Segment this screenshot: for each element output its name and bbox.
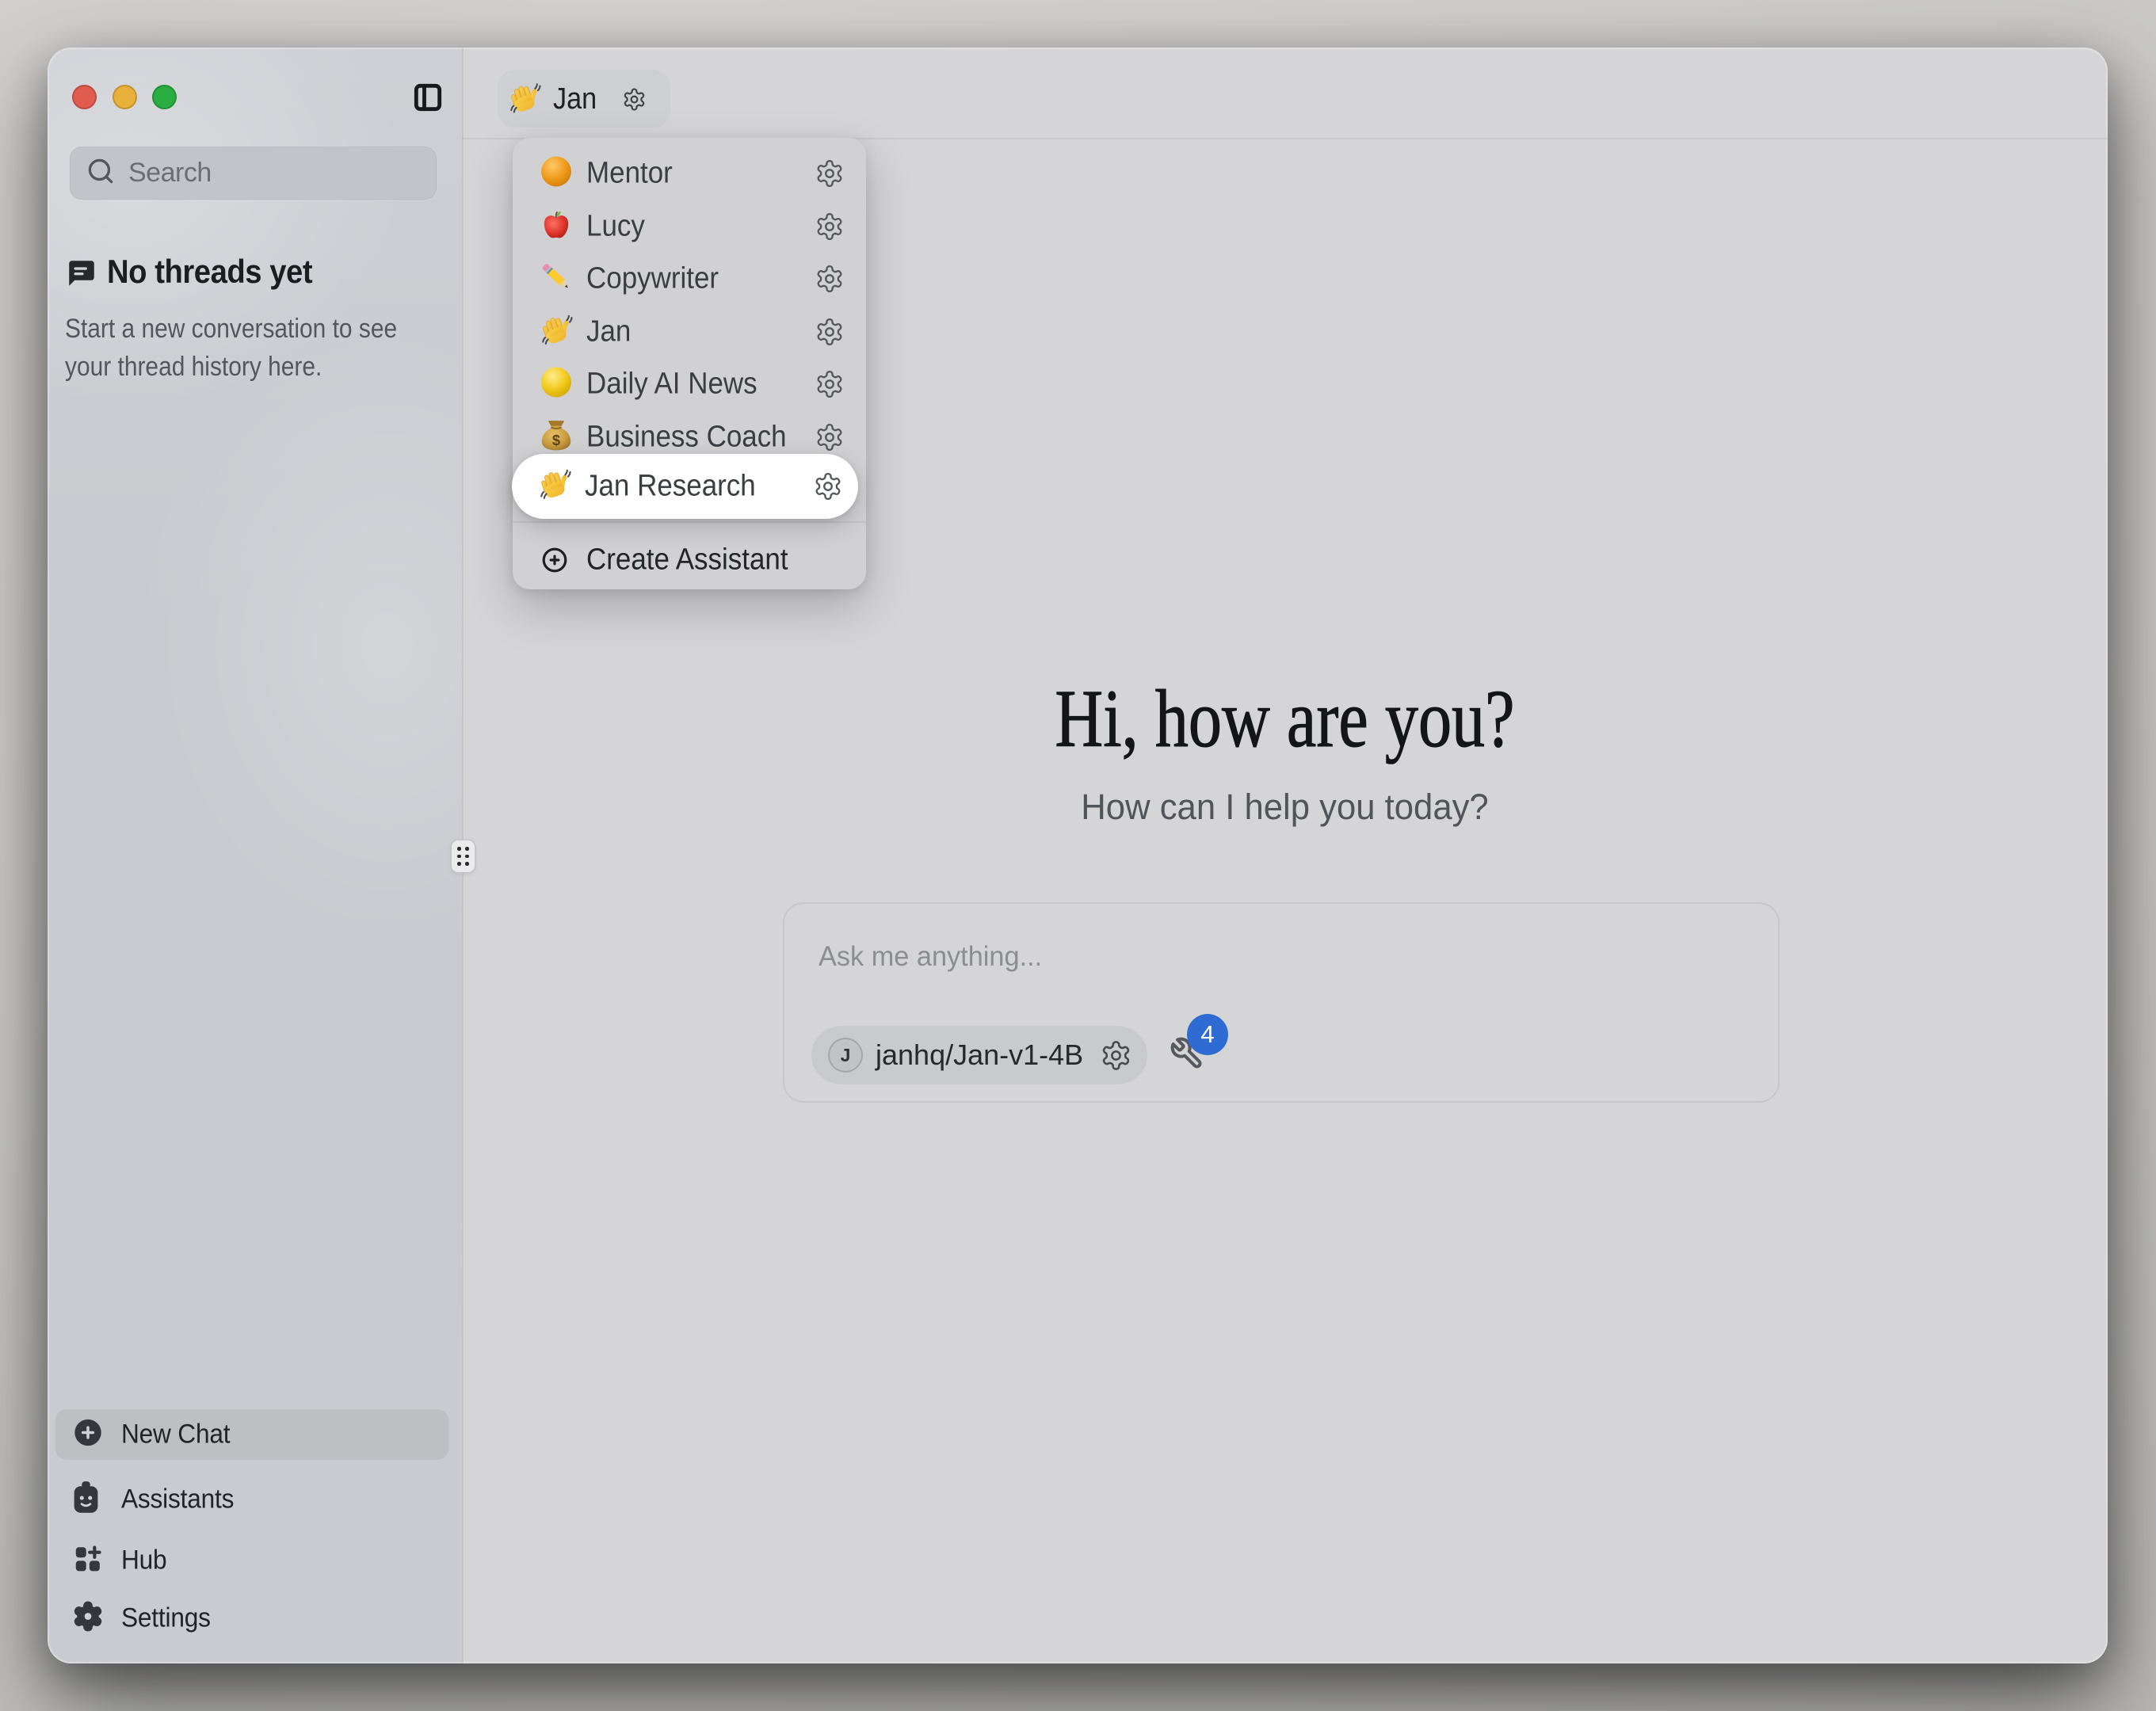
svg-text:$: $ [552, 432, 560, 448]
